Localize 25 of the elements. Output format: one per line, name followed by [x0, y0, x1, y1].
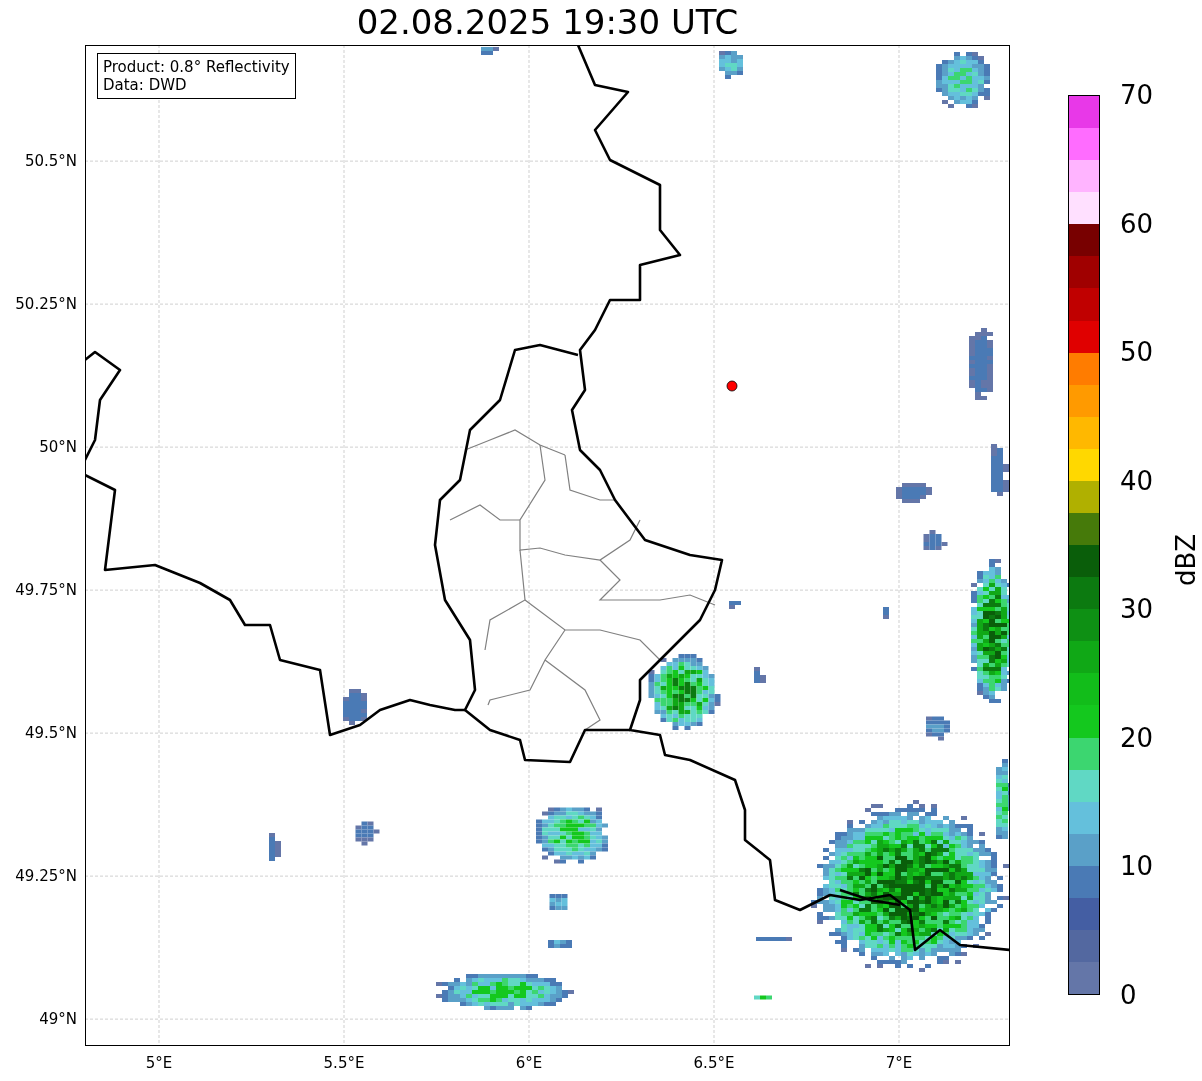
axis-tick-label: 50°N: [39, 438, 77, 457]
axis-tick-label: 7°E: [885, 1054, 913, 1072]
axis-tick-label: 6°E: [515, 1054, 543, 1072]
axis-tick-label: 5°E: [145, 1054, 173, 1072]
colorbar-tick-label: 40: [1120, 465, 1154, 496]
axis-tick-label: 5.5°E: [323, 1054, 365, 1072]
info-text: Product: 0.8° Reflectivity: [103, 58, 290, 76]
radar-site-marker: [726, 380, 738, 392]
axis-tick-label: 50.5°N: [24, 152, 77, 171]
axis-tick-label: 49.5°N: [24, 724, 77, 743]
axis-tick-label: 6.5°E: [693, 1054, 735, 1072]
colorbar-tick-label: 0: [1120, 980, 1137, 1010]
axis-tick-label: 50.25°N: [15, 295, 77, 314]
colorbar-tick-label: 70: [1120, 80, 1154, 110]
axis-tick-label: 49°N: [39, 1010, 77, 1029]
info-text: Data: DWD: [103, 76, 188, 94]
chart-title: 02.08.2025 19:30 UTC: [356, 1, 739, 44]
axis-tick-label: 49.75°N: [15, 581, 77, 600]
colorbar-tick-label: 20: [1120, 722, 1154, 753]
colorbar-label: dBZ: [1171, 533, 1202, 587]
colorbar-tick-label: 50: [1120, 337, 1154, 368]
colorbar-tick-label: 30: [1120, 594, 1154, 625]
colorbar-tick-label: 60: [1120, 208, 1154, 239]
colorbar-tick-label: 10: [1120, 851, 1154, 882]
axis-tick-label: 49.25°N: [15, 867, 77, 886]
